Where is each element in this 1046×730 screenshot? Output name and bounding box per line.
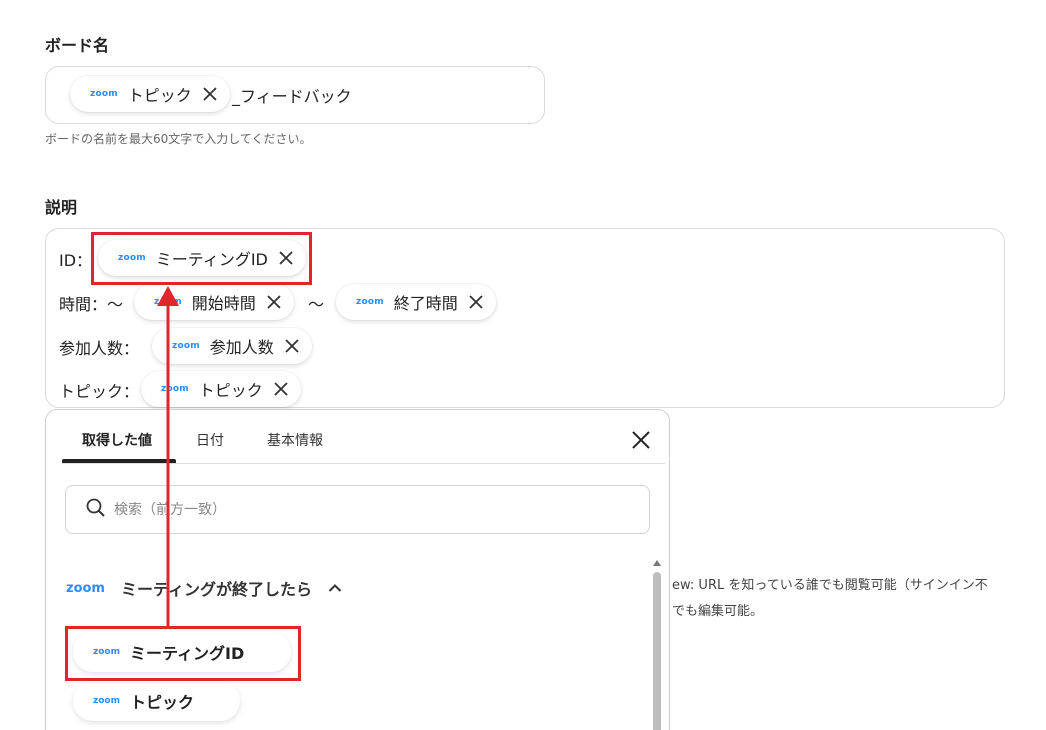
remove-token-icon[interactable] — [273, 381, 289, 397]
time-separator: 〜 — [308, 295, 325, 314]
scrollbar[interactable] — [652, 558, 662, 730]
highlight-box-picker-option — [65, 626, 301, 681]
token-label: 開始時間 — [191, 294, 256, 313]
option-topic[interactable]: zoom トピック — [73, 681, 240, 721]
chevron-up-icon[interactable] — [328, 583, 342, 593]
highlight-box-description-token — [91, 232, 312, 285]
remove-token-icon[interactable] — [284, 338, 300, 354]
token-end-time[interactable]: zoom 終了時間 — [336, 284, 496, 320]
row-label-topic: トピック： — [59, 382, 140, 401]
board-name-hint: ボードの名前を最大60文字で入力してください。 — [45, 132, 312, 146]
token-label: 参加人数 — [209, 338, 274, 357]
row-label-id: ID： — [59, 251, 93, 270]
zoom-logo-icon: zoom — [66, 580, 105, 596]
token-label: 終了時間 — [393, 294, 458, 313]
token-label: トピック — [127, 86, 192, 105]
tab-basic-info[interactable]: 基本情報 — [267, 430, 323, 450]
option-label: トピック — [129, 693, 194, 712]
value-picker-panel: 取得した値 日付 基本情報 zoom ミーティングが終了したら zoom ミーテ… — [45, 409, 670, 730]
search-icon — [86, 498, 106, 522]
annotation-arrow-icon — [157, 286, 179, 626]
tab-acquired-values[interactable]: 取得した値 — [82, 430, 152, 450]
remove-token-icon[interactable] — [468, 294, 484, 310]
section-header[interactable]: zoom ミーティングが終了したら — [66, 576, 342, 600]
row-label-participants: 参加人数： — [59, 339, 140, 358]
board-name-token[interactable]: zoom トピック — [70, 76, 230, 112]
scrollbar-thumb[interactable] — [653, 572, 661, 730]
board-name-label: ボード名 — [45, 36, 110, 55]
tab-date[interactable]: 日付 — [196, 430, 224, 450]
remove-token-icon[interactable] — [266, 294, 282, 310]
sharing-description-line2: でも編集可能。 — [672, 604, 764, 619]
board-name-suffix: _フィードバック — [232, 87, 352, 106]
board-name-field[interactable]: zoom トピック _フィードバック — [45, 66, 545, 124]
row-label-time: 時間：〜 — [59, 295, 124, 314]
zoom-logo-icon: zoom — [90, 89, 118, 99]
zoom-logo-icon: zoom — [93, 696, 120, 706]
close-icon[interactable] — [630, 429, 652, 451]
token-label: トピック — [198, 381, 263, 400]
zoom-logo-icon: zoom — [356, 297, 384, 307]
sharing-description-line1: ew: URL を知っている誰でも閲覧可能（サインイン不 — [672, 578, 988, 593]
remove-token-icon[interactable] — [202, 86, 218, 102]
scroll-up-arrow-icon[interactable] — [652, 558, 662, 568]
description-label: 説明 — [45, 198, 78, 217]
